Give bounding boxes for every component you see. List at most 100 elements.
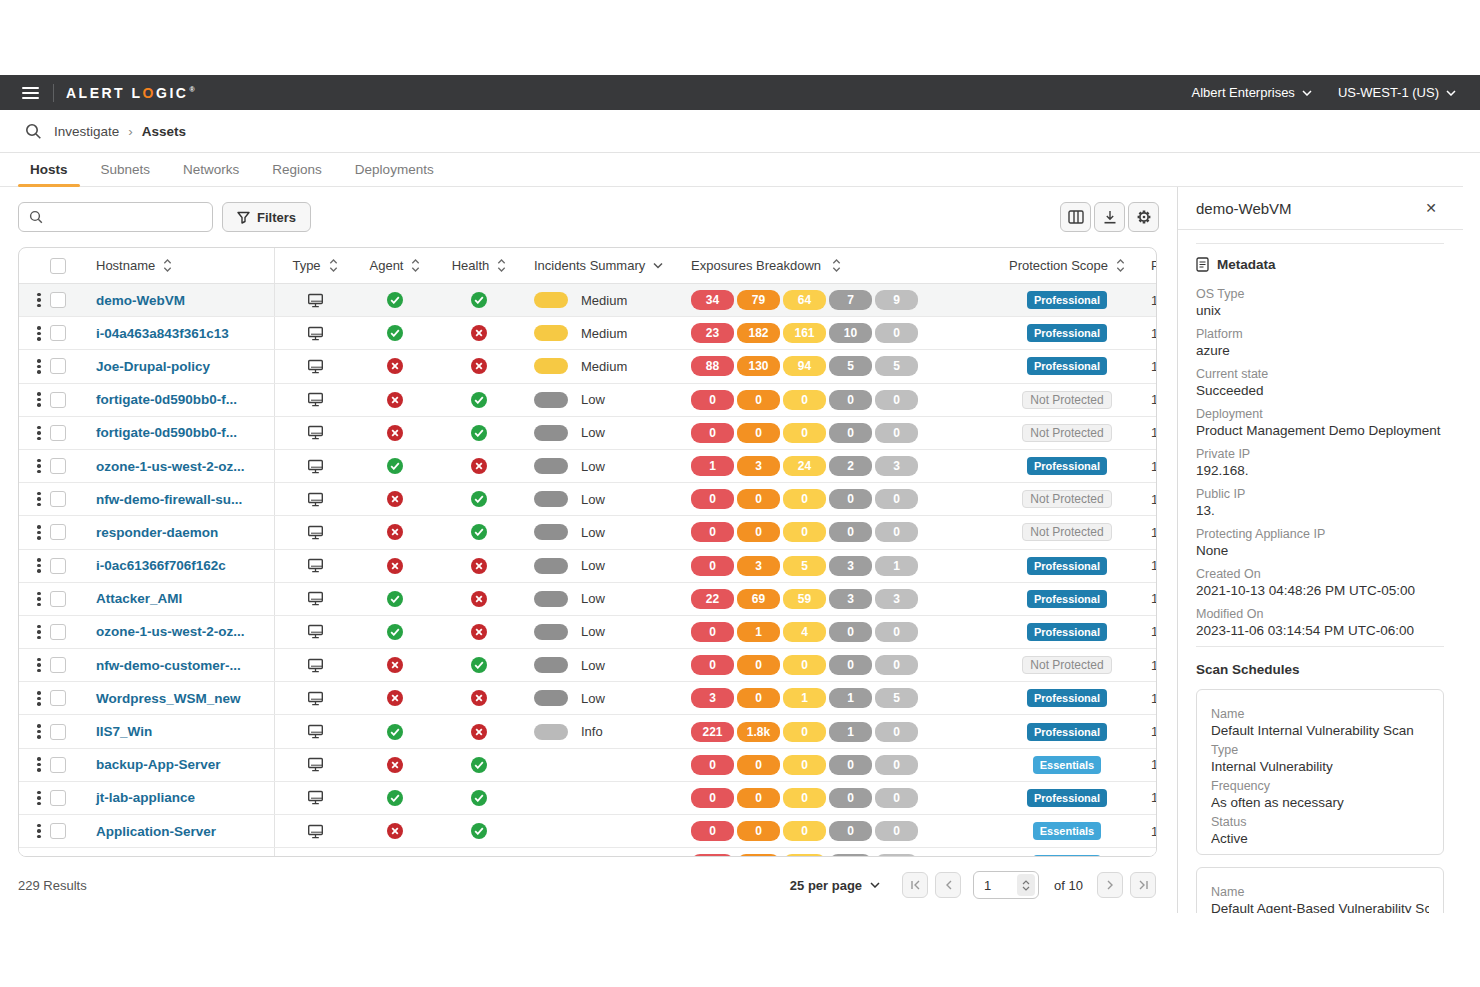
row-checkbox[interactable] (50, 790, 66, 806)
exposures-header[interactable]: Exposures Breakdown (691, 258, 821, 273)
table-row[interactable]: Low00000Essentials (19, 848, 1156, 857)
row-checkbox[interactable] (50, 524, 66, 540)
tab-subnets[interactable]: Subnets (89, 153, 163, 186)
tab-deployments[interactable]: Deployments (343, 153, 446, 186)
table-row[interactable]: demo-WebVMMedium34796479Professional1 (19, 284, 1156, 317)
table-row[interactable]: i-04a463a843f361c13Medium23182161100Prof… (19, 317, 1156, 350)
hostname-link[interactable]: responder-daemon (96, 525, 218, 540)
hostname-link[interactable]: IIS7_Win (96, 724, 152, 739)
search-input[interactable] (18, 202, 213, 232)
prev-page-button[interactable] (935, 872, 961, 898)
first-page-button[interactable] (902, 872, 928, 898)
download-button[interactable] (1094, 202, 1125, 232)
hostname-link[interactable]: Application-Server (96, 824, 216, 839)
row-menu-icon[interactable] (35, 691, 43, 706)
breadcrumb-section[interactable]: Investigate (54, 124, 119, 139)
table-row[interactable]: backup-App-Server00000Essentials1 (19, 749, 1156, 782)
row-checkbox[interactable] (50, 558, 66, 574)
last-page-button[interactable] (1130, 872, 1156, 898)
row-menu-icon[interactable] (35, 824, 43, 839)
sort-icon[interactable] (411, 258, 420, 273)
sort-icon[interactable] (1116, 258, 1125, 273)
table-row[interactable]: ozone-1-us-west-2-oz...Low132423Professi… (19, 450, 1156, 483)
hostname-link[interactable]: fortigate-0d590bb0-f... (96, 425, 237, 440)
hostname-link[interactable]: Attacker_AMI (96, 591, 182, 606)
table-row[interactable]: jt-lab-appliance00000Professional1 (19, 782, 1156, 815)
hostname-link[interactable]: backup-App-Server (96, 757, 221, 772)
table-row[interactable]: Joe-Drupal-policyMedium881309455Professi… (19, 350, 1156, 383)
hostname-link[interactable]: Joe-Drupal-policy (96, 359, 210, 374)
row-menu-icon[interactable] (35, 625, 43, 640)
per-page-select[interactable]: 25 per page (790, 878, 880, 893)
row-checkbox[interactable] (50, 657, 66, 673)
row-checkbox[interactable] (50, 757, 66, 773)
table-row[interactable]: ozone-1-us-west-2-oz...Low01400Professio… (19, 616, 1156, 649)
agent-header[interactable]: Agent (370, 258, 404, 273)
row-checkbox[interactable] (50, 491, 66, 507)
select-all-checkbox[interactable] (50, 258, 66, 274)
hamburger-menu-icon[interactable] (22, 87, 39, 99)
search-icon[interactable] (25, 123, 42, 140)
row-checkbox[interactable] (50, 724, 66, 740)
table-row[interactable]: fortigate-0d590bb0-f...Low00000Not Prote… (19, 417, 1156, 450)
table-row[interactable]: fortigate-0d590bb0-f...Low00000Not Prote… (19, 384, 1156, 417)
row-checkbox[interactable] (50, 823, 66, 839)
sort-icon[interactable] (329, 258, 338, 273)
hostname-link[interactable]: i-0ac61366f706f162c (96, 558, 226, 573)
hostname-link[interactable]: i-04a463a843f361c13 (96, 326, 229, 341)
hostname-link[interactable]: demo-WebVM (96, 293, 185, 308)
page-input[interactable]: 1 (973, 871, 1039, 899)
account-menu[interactable]: Albert Enterprises (1192, 85, 1312, 100)
row-menu-icon[interactable] (35, 558, 43, 573)
row-menu-icon[interactable] (35, 426, 43, 441)
table-row[interactable]: nfw-demo-firewall-su...Low00000Not Prote… (19, 483, 1156, 516)
hostname-link[interactable]: nfw-demo-customer-... (96, 658, 241, 673)
row-checkbox[interactable] (50, 624, 66, 640)
filters-button[interactable]: Filters (222, 202, 311, 232)
row-menu-icon[interactable] (35, 724, 43, 739)
region-menu[interactable]: US-WEST-1 (US) (1338, 85, 1456, 100)
hostname-link[interactable]: fortigate-0d590bb0-f... (96, 392, 237, 407)
tab-regions[interactable]: Regions (260, 153, 334, 186)
row-menu-icon[interactable] (35, 326, 43, 341)
row-menu-icon[interactable] (35, 459, 43, 474)
row-menu-icon[interactable] (35, 492, 43, 507)
row-checkbox[interactable] (50, 392, 66, 408)
hostname-link[interactable]: Wordpress_WSM_new (96, 691, 241, 706)
row-menu-icon[interactable] (35, 293, 43, 308)
type-header[interactable]: Type (292, 258, 320, 273)
tab-networks[interactable]: Networks (171, 153, 251, 186)
table-row[interactable]: Attacker_AMILow22695933Professional1 (19, 583, 1156, 616)
row-menu-icon[interactable] (35, 392, 43, 407)
next-page-button[interactable] (1097, 872, 1123, 898)
hostname-link[interactable]: ozone-1-us-west-2-oz... (96, 624, 245, 639)
tab-hosts[interactable]: Hosts (18, 153, 80, 186)
row-checkbox[interactable] (50, 325, 66, 341)
row-checkbox[interactable] (50, 690, 66, 706)
row-menu-icon[interactable] (35, 359, 43, 374)
close-icon[interactable]: ✕ (1421, 196, 1441, 220)
row-menu-icon[interactable] (35, 592, 43, 607)
row-menu-icon[interactable] (35, 791, 43, 806)
table-row[interactable]: IIS7_WinInfo2211.8k010Professional1 (19, 715, 1156, 748)
table-row[interactable]: i-0ac61366f706f162cLow03531Professional1 (19, 550, 1156, 583)
sort-icon[interactable] (832, 258, 841, 273)
table-row[interactable]: nfw-demo-customer-...Low00000Not Protect… (19, 649, 1156, 682)
hostname-link[interactable]: ozone-1-us-west-2-oz... (96, 459, 245, 474)
table-row[interactable]: Application-Server00000Essentials1 (19, 815, 1156, 848)
row-checkbox[interactable] (50, 458, 66, 474)
row-menu-icon[interactable] (35, 658, 43, 673)
table-row[interactable]: Wordpress_WSM_newLow30115Professional1 (19, 682, 1156, 715)
scope-header[interactable]: Protection Scope (1009, 258, 1108, 273)
health-header[interactable]: Health (452, 258, 490, 273)
row-menu-icon[interactable] (35, 525, 43, 540)
incidents-header[interactable]: Incidents Summary (534, 258, 645, 273)
settings-button[interactable] (1128, 202, 1159, 232)
row-checkbox[interactable] (50, 425, 66, 441)
columns-button[interactable] (1060, 202, 1091, 232)
hostname-link[interactable]: nfw-demo-firewall-su... (96, 492, 242, 507)
page-stepper[interactable] (1017, 874, 1035, 896)
sort-icon[interactable] (163, 258, 172, 273)
row-menu-icon[interactable] (35, 757, 43, 772)
hostname-header[interactable]: Hostname (96, 258, 155, 273)
